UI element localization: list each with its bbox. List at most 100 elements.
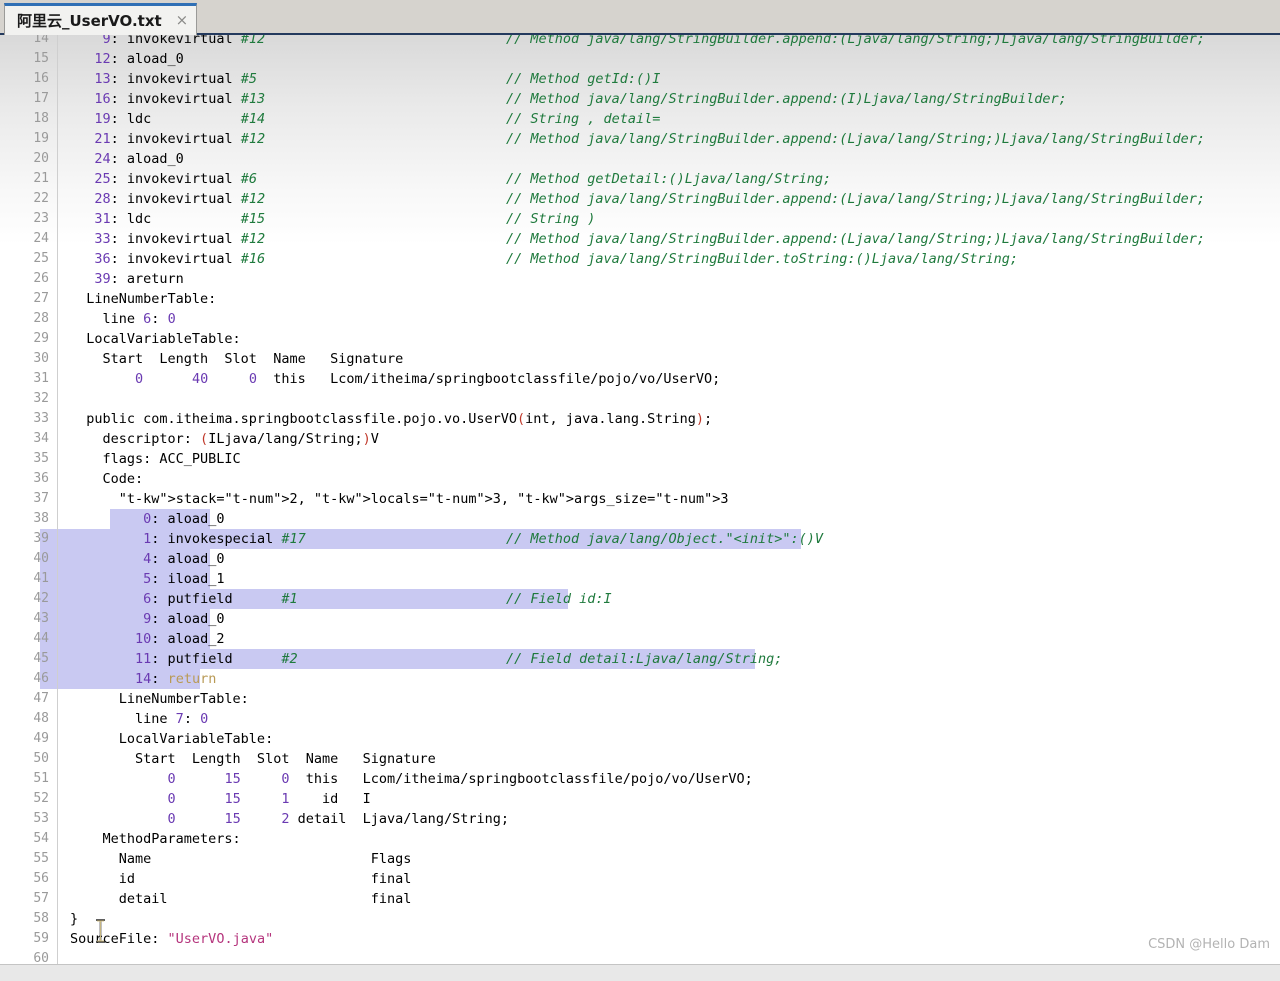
- code-row[interactable]: 60: [0, 948, 1280, 964]
- code-text[interactable]: 13: invokevirtual #5// Method getId:()I: [58, 69, 1280, 89]
- code-row[interactable]: 29 LocalVariableTable:: [0, 328, 1280, 349]
- code-text[interactable]: 39: areturn: [58, 269, 1280, 289]
- code-text[interactable]: line 7: 0: [58, 709, 1280, 729]
- code-text[interactable]: 14: return: [58, 669, 1280, 689]
- code-text[interactable]: 0: aload_0: [58, 509, 1280, 529]
- code-row[interactable]: 49 LocalVariableTable:: [0, 728, 1280, 749]
- code-text[interactable]: LineNumberTable:: [58, 289, 1280, 309]
- code-row[interactable]: 26 39: areturn: [0, 268, 1280, 289]
- code-row[interactable]: 18 19: ldc #14// String , detail=: [0, 108, 1280, 129]
- code-text[interactable]: line 6: 0: [58, 309, 1280, 329]
- code-text[interactable]: Code:: [58, 469, 1280, 489]
- code-row[interactable]: 40 4: aload_0: [0, 548, 1280, 569]
- code-row[interactable]: 14 9: invokevirtual #12// Method java/la…: [0, 35, 1280, 49]
- code-text[interactable]: 25: invokevirtual #6// Method getDetail:…: [58, 169, 1280, 189]
- code-row[interactable]: 45 11: putfield #2// Field detail:Ljava/…: [0, 648, 1280, 669]
- code-text[interactable]: 36: invokevirtual #16// Method java/lang…: [58, 249, 1280, 269]
- code-text[interactable]: LocalVariableTable:: [58, 729, 1280, 749]
- code-row[interactable]: 41 5: iload_1: [0, 568, 1280, 589]
- code-row[interactable]: 38 0: aload_0: [0, 508, 1280, 529]
- code-text[interactable]: 9: invokevirtual #12// Method java/lang/…: [58, 35, 1280, 49]
- code-row[interactable]: 36 Code:: [0, 468, 1280, 489]
- code-text[interactable]: }: [58, 909, 1280, 929]
- code-row[interactable]: 15 12: aload_0: [0, 48, 1280, 69]
- code-text[interactable]: 16: invokevirtual #13// Method java/lang…: [58, 89, 1280, 109]
- code-text[interactable]: 33: invokevirtual #12// Method java/lang…: [58, 229, 1280, 249]
- code-text[interactable]: 21: invokevirtual #12// Method java/lang…: [58, 129, 1280, 149]
- code-row[interactable]: 42 6: putfield #1// Field id:I: [0, 588, 1280, 609]
- code-row[interactable]: 44 10: aload_2: [0, 628, 1280, 649]
- code-row[interactable]: 24 33: invokevirtual #12// Method java/l…: [0, 228, 1280, 249]
- code-text[interactable]: LocalVariableTable:: [58, 329, 1280, 349]
- code-row[interactable]: 55 Name Flags: [0, 848, 1280, 869]
- code-row[interactable]: 25 36: invokevirtual #16// Method java/l…: [0, 248, 1280, 269]
- code-row[interactable]: 56 id final: [0, 868, 1280, 889]
- code-row[interactable]: 43 9: aload_0: [0, 608, 1280, 629]
- code-text[interactable]: descriptor: (ILjava/lang/String;)V: [58, 429, 1280, 449]
- code-row[interactable]: 57 detail final: [0, 888, 1280, 909]
- code-row[interactable]: 34 descriptor: (ILjava/lang/String;)V: [0, 428, 1280, 449]
- code-row[interactable]: 39 1: invokespecial #17// Method java/la…: [0, 528, 1280, 549]
- code-row[interactable]: 52 0 15 1 id I: [0, 788, 1280, 809]
- code-text[interactable]: 24: aload_0: [58, 149, 1280, 169]
- code-row[interactable]: 32: [0, 388, 1280, 409]
- code-row[interactable]: 30 Start Length Slot Name Signature: [0, 348, 1280, 369]
- code-text[interactable]: detail final: [58, 889, 1280, 909]
- code-text[interactable]: 6: putfield #1// Field id:I: [58, 589, 1280, 609]
- code-row[interactable]: 48 line 7: 0: [0, 708, 1280, 729]
- code-row[interactable]: 58}: [0, 908, 1280, 929]
- code-text[interactable]: 10: aload_2: [58, 629, 1280, 649]
- code-row[interactable]: 37 "t-kw">stack="t-num">2, "t-kw">locals…: [0, 488, 1280, 509]
- code-text[interactable]: 4: aload_0: [58, 549, 1280, 569]
- code-text[interactable]: "t-kw">stack="t-num">2, "t-kw">locals="t…: [58, 489, 1280, 509]
- code-row[interactable]: 46 14: return: [0, 668, 1280, 689]
- close-icon[interactable]: ×: [176, 13, 189, 28]
- tab-uservo-txt[interactable]: 阿里云_UserVO.txt ×: [4, 3, 198, 35]
- code-text[interactable]: 12: aload_0: [58, 49, 1280, 69]
- code-text[interactable]: LineNumberTable:: [58, 689, 1280, 709]
- code-row[interactable]: 59 SourceFile: "UserVO.java": [0, 928, 1280, 949]
- code-text[interactable]: [58, 949, 1280, 964]
- code-text[interactable]: flags: ACC_PUBLIC: [58, 449, 1280, 469]
- code-row[interactable]: 27 LineNumberTable:: [0, 288, 1280, 309]
- code-row[interactable]: 20 24: aload_0: [0, 148, 1280, 169]
- code-text[interactable]: public com.itheima.springbootclassfile.p…: [58, 409, 1280, 429]
- code-text[interactable]: 5: iload_1: [58, 569, 1280, 589]
- code-text[interactable]: [58, 389, 1280, 409]
- code-row[interactable]: 47 LineNumberTable:: [0, 688, 1280, 709]
- code-editor[interactable]: 14 9: invokevirtual #12// Method java/la…: [0, 35, 1280, 964]
- code-text[interactable]: 1: invokespecial #17// Method java/lang/…: [58, 529, 1280, 549]
- code-text[interactable]: Name Flags: [58, 849, 1280, 869]
- code-row[interactable]: 21 25: invokevirtual #6// Method getDeta…: [0, 168, 1280, 189]
- code-row[interactable]: 22 28: invokevirtual #12// Method java/l…: [0, 188, 1280, 209]
- code-row[interactable]: 33 public com.itheima.springbootclassfil…: [0, 408, 1280, 429]
- code-text[interactable]: 19: ldc #14// String , detail=: [58, 109, 1280, 129]
- line-number: 58: [0, 908, 58, 929]
- code-row[interactable]: 23 31: ldc #15// String ): [0, 208, 1280, 229]
- code-row[interactable]: 16 13: invokevirtual #5// Method getId:(…: [0, 68, 1280, 89]
- code-row[interactable]: 54 MethodParameters:: [0, 828, 1280, 849]
- code-row[interactable]: 17 16: invokevirtual #13// Method java/l…: [0, 88, 1280, 109]
- code-lines[interactable]: 14 9: invokevirtual #12// Method java/la…: [0, 35, 1280, 964]
- tab-title: 阿里云_UserVO.txt: [17, 12, 162, 30]
- code-text[interactable]: 0 15 1 id I: [58, 789, 1280, 809]
- code-row[interactable]: 35 flags: ACC_PUBLIC: [0, 448, 1280, 469]
- code-row[interactable]: 50 Start Length Slot Name Signature: [0, 748, 1280, 769]
- code-text[interactable]: 9: aload_0: [58, 609, 1280, 629]
- code-text[interactable]: MethodParameters:: [58, 829, 1280, 849]
- code-row[interactable]: 19 21: invokevirtual #12// Method java/l…: [0, 128, 1280, 149]
- code-text[interactable]: Start Length Slot Name Signature: [58, 349, 1280, 369]
- code-row[interactable]: 31 0 40 0 this Lcom/itheima/springbootcl…: [0, 368, 1280, 389]
- code-row[interactable]: 53 0 15 2 detail Ljava/lang/String;: [0, 808, 1280, 829]
- code-text[interactable]: 0 15 2 detail Ljava/lang/String;: [58, 809, 1280, 829]
- code-text[interactable]: SourceFile: "UserVO.java": [58, 929, 1280, 949]
- code-text[interactable]: 0 15 0 this Lcom/itheima/springbootclass…: [58, 769, 1280, 789]
- code-text[interactable]: Start Length Slot Name Signature: [58, 749, 1280, 769]
- code-row[interactable]: 28 line 6: 0: [0, 308, 1280, 329]
- code-text[interactable]: 11: putfield #2// Field detail:Ljava/lan…: [58, 649, 1280, 669]
- code-text[interactable]: 0 40 0 this Lcom/itheima/springbootclass…: [58, 369, 1280, 389]
- code-text[interactable]: 28: invokevirtual #12// Method java/lang…: [58, 189, 1280, 209]
- code-text[interactable]: id final: [58, 869, 1280, 889]
- code-row[interactable]: 51 0 15 0 this Lcom/itheima/springbootcl…: [0, 768, 1280, 789]
- code-text[interactable]: 31: ldc #15// String ): [58, 209, 1280, 229]
